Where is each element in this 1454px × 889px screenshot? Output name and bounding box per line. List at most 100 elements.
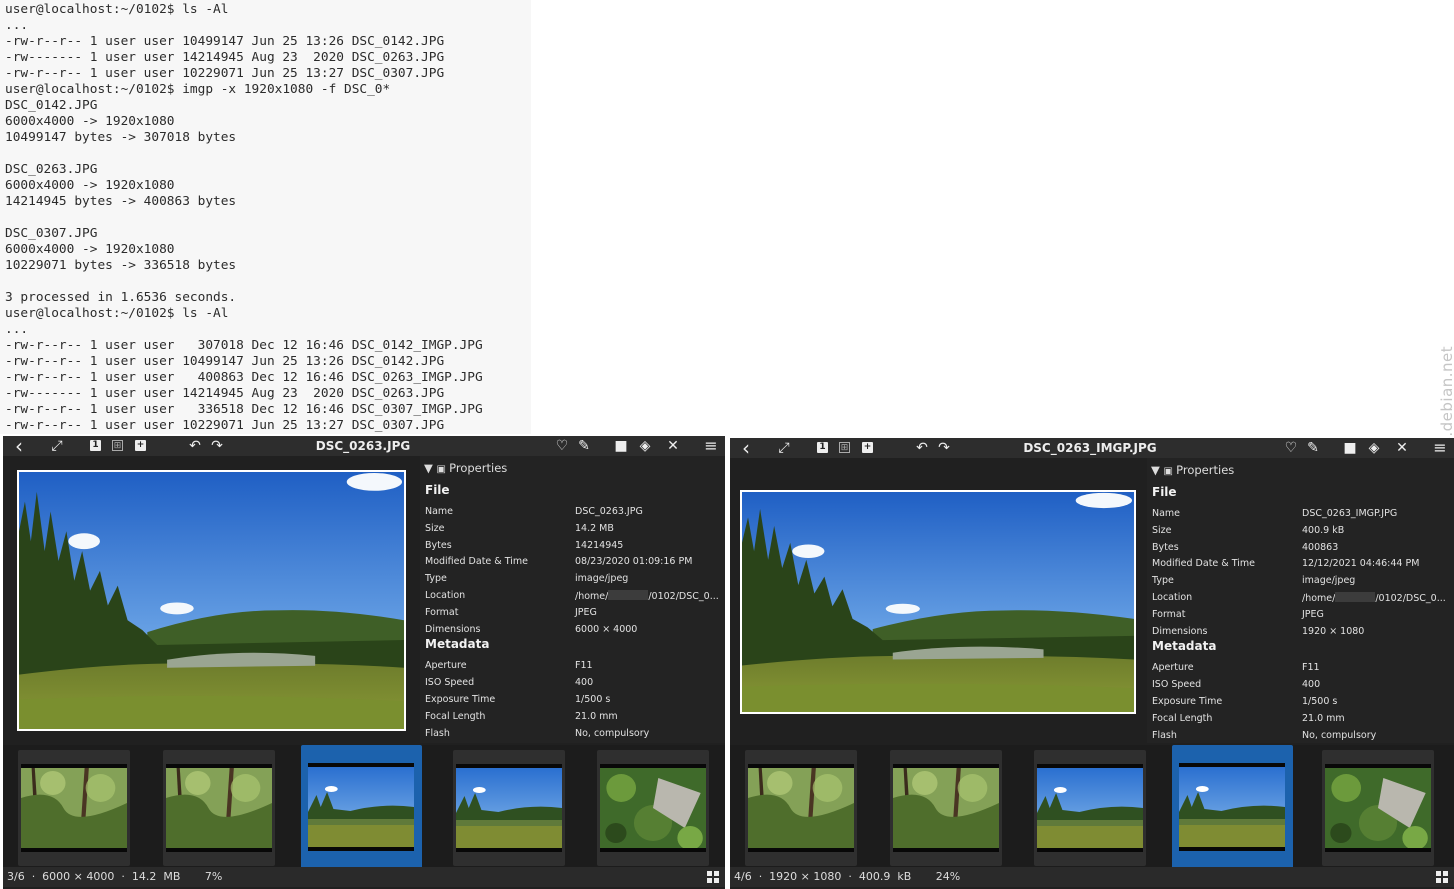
property-key: Aperture [425,660,467,672]
brush-icon[interactable]: ✎ [1305,439,1321,457]
thumbnail-image [456,764,562,852]
thumbnail[interactable] [453,750,565,866]
property-value-text: JPEG [1302,608,1324,620]
thumbnail-image [600,764,706,852]
property-value: JPEG [575,607,597,618]
thumbnail[interactable] [597,750,709,866]
terminal-line: -rw-r--r-- 1 user user 10499147 Jun 25 1… [5,354,445,369]
tags-icon[interactable]: ◈ [1366,439,1382,457]
rotate-right-icon[interactable]: ↷ [209,437,225,455]
collapse-arrow-icon[interactable]: ▼ [424,461,437,475]
terminal-line: -rw-r--r-- 1 user user 336518 Dec 12 16:… [5,402,483,417]
thumbnail-image [308,763,414,851]
properties-label: Properties [1176,463,1235,477]
property-key: Flash [425,727,450,739]
property-key: Dimensions [425,623,481,635]
thumbnail[interactable] [301,745,422,871]
property-value: 1920 × 1080 [1302,626,1364,637]
status-text: 4/6 · 1920 × 1080 · 400.9 kB 24% [734,870,961,883]
property-value: 1/500 s [1302,696,1338,707]
tags-icon[interactable]: ◈ [637,437,653,455]
thumbnail[interactable] [163,750,275,866]
rotate-left-icon[interactable]: ↶ [187,437,203,455]
brush-icon[interactable]: ✎ [576,437,592,455]
grid-zoom-icon[interactable]: ⊞ [839,442,850,453]
properties-header[interactable]: ▼ ▣ Properties [424,461,507,475]
bulb-icon[interactable]: ♡ [1283,439,1299,457]
property-key: Modified Date & Time [1152,558,1255,570]
terminal-line: ... [5,18,29,33]
terminal-line: DSC_0307.JPG [5,226,98,241]
property-value-text: 400.9 kB [1302,524,1345,536]
comment-icon[interactable]: ■ [613,437,629,455]
property-key: Modified Date & Time [425,556,528,568]
rotate-right-icon[interactable]: ↷ [936,439,952,457]
property-value-text: image/jpeg [1302,575,1356,587]
property-key: ISO Speed [1152,679,1202,691]
thumbnail[interactable] [890,750,1002,866]
image-title: DSC_0263.JPG [315,439,411,453]
menu-icon[interactable]: ≡ [1432,439,1448,457]
grid-view-icon[interactable] [1436,871,1448,883]
thumbnail[interactable] [18,750,130,866]
file-section-title: File [1152,485,1177,499]
fullscreen-icon[interactable]: ⤢ [49,437,65,455]
zoom-in-icon[interactable]: + [862,442,873,453]
property-value-text: 14.2 MB [575,522,614,534]
menu-icon[interactable]: ≡ [703,437,719,455]
property-key: Aperture [1152,662,1194,674]
properties-label: Properties [449,461,508,475]
property-value-text: 400863 [1302,541,1339,553]
zoom-in-icon[interactable]: + [135,440,146,451]
wrench-icon[interactable]: ✕ [1394,439,1410,457]
thumbnail[interactable] [1322,750,1434,866]
grid-zoom-icon[interactable]: ⊞ [112,440,123,451]
collapse-arrow-icon[interactable]: ▼ [1151,463,1164,477]
thumbnail[interactable] [1172,745,1293,871]
zoom-one-icon[interactable]: 1 [90,440,101,451]
thumbnail[interactable] [745,750,857,866]
property-value: F11 [1302,662,1320,674]
fullscreen-icon[interactable]: ⤢ [776,439,792,457]
property-value-text: DSC_0263.JPG [575,506,643,517]
terminal-output: user@localhost:~/0102$ ls -Al ... -rw-r-… [0,0,531,434]
toolbar: ‹ ⤢ 1 ⊞ + ↶ ↷ DSC_0263_IMGP.JPG ♡ ✎ ■ ◈ ✕ ≡ [730,438,1454,458]
property-key: Flash [1152,729,1177,741]
property-value: DSC_0263_IMGP.JPG [1302,508,1397,519]
property-value-text: 08/23/2020 01:09:16 PM [575,556,693,568]
property-key: Location [425,590,466,601]
property-value: 400 [1302,679,1321,691]
terminal-line: -rw-r--r-- 1 user user 10229071 Jun 25 1… [5,66,445,81]
properties-header[interactable]: ▼ ▣ Properties [1151,463,1234,477]
property-key: Location [1152,592,1193,603]
displayed-photo [17,470,406,731]
image-canvas[interactable] [3,456,420,743]
image-canvas[interactable] [730,458,1147,743]
metadata-section-title: Metadata [1152,639,1217,654]
bulb-icon[interactable]: ♡ [554,437,570,455]
rotate-left-icon[interactable]: ↶ [914,439,930,457]
property-value-text: /home/ [1302,593,1336,604]
terminal-line: -rw------- 1 user user 14214945 Aug 23 2… [5,50,445,65]
properties-icon: ▣ [1163,466,1177,477]
property-key: Type [1152,575,1174,587]
back-icon[interactable]: ‹ [738,438,754,458]
terminal-line: 10229071 bytes -> 336518 bytes [5,258,237,273]
grid-view-icon[interactable] [707,871,719,883]
property-key: ISO Speed [425,677,475,689]
property-value: JPEG [1302,609,1324,620]
terminal-line: DSC_0142.JPG [5,98,98,113]
property-value: 21.0 mm [575,710,618,722]
property-value-text: DSC_0263_IMGP.JPG [1302,508,1398,519]
wrench-icon[interactable]: ✕ [665,437,681,455]
thumbnail-image [1179,763,1285,851]
terminal-line: -rw-r--r-- 1 user user 10499147 Jun 25 1… [5,34,445,49]
thumbnail[interactable] [1034,750,1146,866]
thumbnail-image [748,764,854,852]
zoom-one-icon[interactable]: 1 [817,442,828,453]
comment-icon[interactable]: ■ [1342,439,1358,457]
file-section-title: File [425,483,450,497]
displayed-photo [740,490,1136,714]
property-value: 14214945 [575,540,623,551]
back-icon[interactable]: ‹ [11,436,27,456]
